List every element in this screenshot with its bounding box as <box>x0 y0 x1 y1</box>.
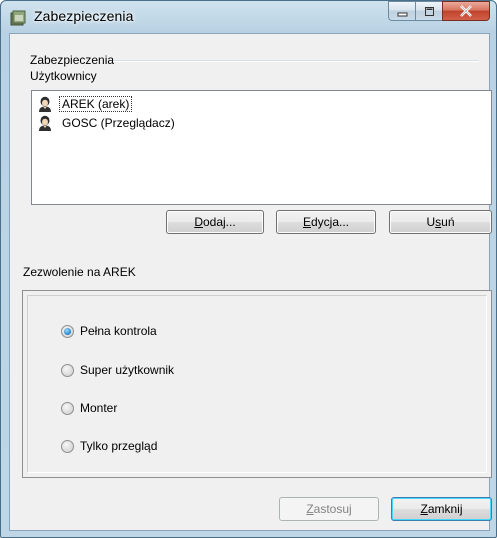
edit-user-button[interactable]: Edycja... <box>276 210 376 234</box>
maximize-button[interactable] <box>415 1 442 21</box>
add-label: odaj... <box>202 215 236 229</box>
close-button[interactable] <box>442 1 490 21</box>
title-bar[interactable]: Zabezpieczenia <box>1 1 496 33</box>
permissions-label: Zezwolenie na AREK <box>22 265 137 279</box>
security-folder-icon <box>9 9 27 27</box>
radio-view-only[interactable]: Tylko przegląd <box>61 439 157 453</box>
radio-button[interactable] <box>61 401 74 415</box>
group-divider <box>113 60 478 62</box>
users-list[interactable]: AREK (arek) GOSC (Przeglądacz) <box>31 90 492 205</box>
close-dialog-button[interactable]: Zamknij <box>391 497 492 521</box>
minimize-icon <box>397 6 408 17</box>
user-label: AREK (arek) <box>59 95 133 112</box>
radio-super-user[interactable]: Super użytkownik <box>61 363 174 377</box>
add-mnemonic: D <box>194 215 203 229</box>
minimize-button[interactable] <box>388 1 415 21</box>
edit-mnemonic: E <box>302 215 311 229</box>
radio-button[interactable] <box>61 363 74 377</box>
security-group-label: Zabezpieczenia <box>29 53 116 67</box>
list-item-user-arek[interactable]: AREK (arek) <box>32 94 491 113</box>
close-mnemonic: Z <box>420 502 428 516</box>
remove-lead: U <box>426 215 436 229</box>
remove-user-button[interactable]: Us uń <box>389 210 492 234</box>
close-label: amknij <box>427 502 463 516</box>
caption-buttons <box>388 1 490 23</box>
radio-label: Monter <box>80 401 118 415</box>
apply-label: astosuj <box>313 502 352 516</box>
maximize-icon <box>424 6 435 17</box>
radio-label: Tylko przegląd <box>80 439 158 453</box>
user-avatar-icon <box>37 96 53 112</box>
apply-button[interactable]: Zastosuj <box>279 497 379 521</box>
user-avatar-icon <box>37 115 53 131</box>
users-label: Użytkownicy <box>29 69 98 83</box>
remove-label: uń <box>441 215 455 229</box>
list-item-user-gosc[interactable]: GOSC (Przeglądacz) <box>32 113 491 132</box>
close-icon <box>459 5 473 17</box>
radio-button[interactable] <box>61 439 74 453</box>
radio-installer[interactable]: Monter <box>61 401 117 415</box>
user-label: GOSC (Przeglądacz) <box>62 115 175 130</box>
radio-label: Super użytkownik <box>80 363 175 377</box>
radio-full-control[interactable]: Pełna kontrola <box>61 324 157 338</box>
security-window: Zabezpieczenia Zabezpieczenia Użytkownic… <box>0 0 497 538</box>
apply-mnemonic: Z <box>306 502 314 516</box>
radio-button-checked[interactable] <box>61 324 74 338</box>
add-user-button[interactable]: Dodaj... <box>166 210 264 234</box>
window-title: Zabezpieczenia <box>34 8 134 24</box>
edit-label: dycja... <box>311 215 350 229</box>
radio-label: Pełna kontrola <box>80 324 157 338</box>
